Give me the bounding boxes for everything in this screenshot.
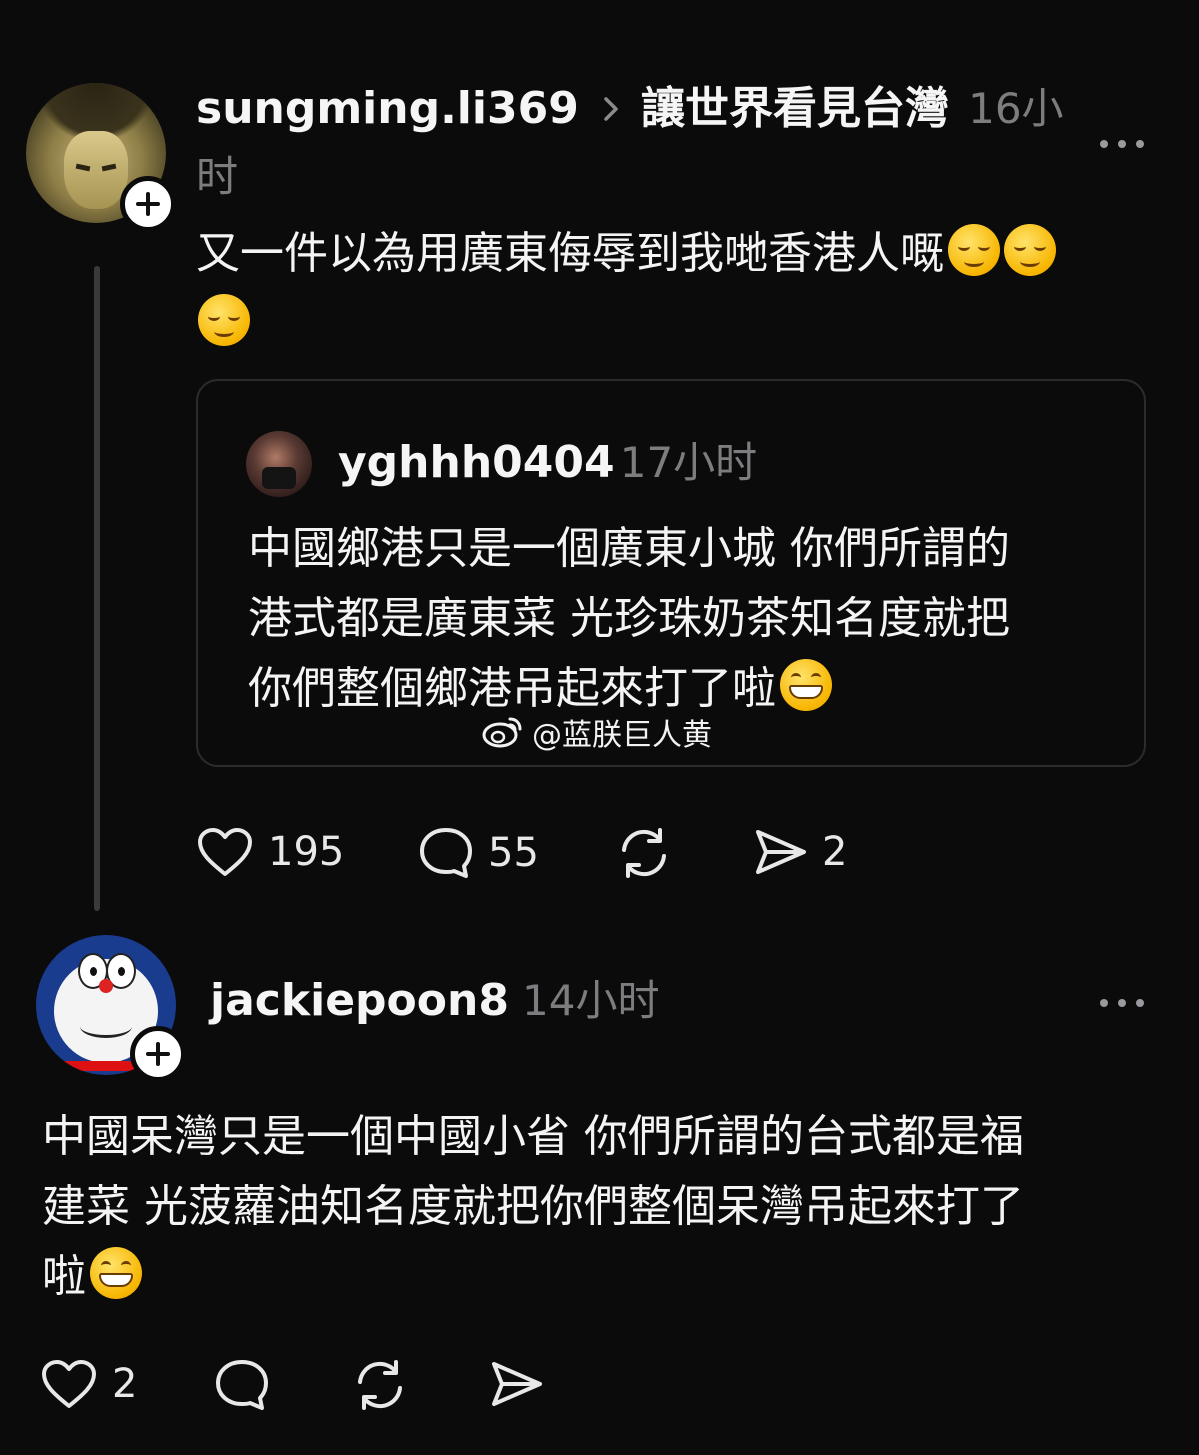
plus-icon	[136, 192, 160, 216]
post-body: 又一件以為用廣東侮辱到我哋香港人嘅	[196, 219, 1156, 359]
more-options-button[interactable]	[1100, 137, 1144, 149]
weibo-icon	[482, 717, 522, 748]
repost-icon	[622, 828, 666, 878]
quoted-time: 17小时	[619, 438, 758, 487]
post-time-cont: 时	[196, 152, 239, 201]
plus-icon	[146, 1042, 170, 1066]
send-icon	[756, 830, 806, 874]
share-count: 2	[822, 829, 848, 875]
comment-count: 55	[488, 830, 539, 876]
comment-icon	[420, 828, 472, 878]
thread-line	[94, 266, 100, 911]
relieved-face-icon	[1004, 224, 1056, 276]
repost-button[interactable]	[352, 1358, 408, 1412]
follow-plus-button[interactable]	[130, 1026, 186, 1082]
reply-username[interactable]: jackiepoon8	[210, 975, 509, 1026]
comment-button[interactable]	[214, 1358, 270, 1412]
grinning-face-icon	[780, 659, 832, 711]
post-time: 16小	[968, 84, 1064, 133]
send-icon	[492, 1362, 542, 1406]
reply-body: 中國呆灣只是一個中國小省 你們所謂的台式都是福 建菜 光菠蘿油知名度就把你們整個…	[42, 1111, 1024, 1302]
share-button[interactable]	[488, 1358, 544, 1410]
share-button[interactable]: 2	[752, 826, 847, 878]
post-username[interactable]: sungming.li369	[196, 83, 579, 134]
topic-tag[interactable]: 讓世界看見台灣	[641, 83, 949, 134]
heart-icon	[42, 1360, 96, 1408]
like-button[interactable]: 195	[196, 826, 344, 878]
comment-icon	[216, 1360, 268, 1410]
follow-plus-button[interactable]	[120, 176, 176, 232]
repost-button[interactable]	[616, 826, 672, 880]
reply-time: 14小时	[522, 976, 660, 1025]
grinning-face-icon	[90, 1247, 142, 1299]
like-count: 195	[268, 829, 345, 875]
heart-icon	[198, 828, 252, 876]
more-options-button[interactable]	[1100, 996, 1144, 1008]
relieved-face-icon	[948, 224, 1000, 276]
comment-button[interactable]: 55	[418, 826, 539, 880]
like-button[interactable]: 2	[40, 1358, 137, 1410]
watermark: @蓝朕巨人黄	[482, 710, 712, 754]
relieved-face-icon	[198, 294, 250, 346]
like-count: 2	[112, 1361, 138, 1407]
quoted-username[interactable]: yghhh0404	[338, 437, 615, 488]
quoted-avatar[interactable]	[246, 431, 312, 497]
repost-icon	[358, 1360, 402, 1410]
quoted-body: 中國鄉港只是一個廣東小城 你們所謂的 港式都是廣東菜 光珍珠奶茶知名度就把 你們…	[248, 523, 1010, 714]
chevron-right-icon	[604, 97, 618, 121]
